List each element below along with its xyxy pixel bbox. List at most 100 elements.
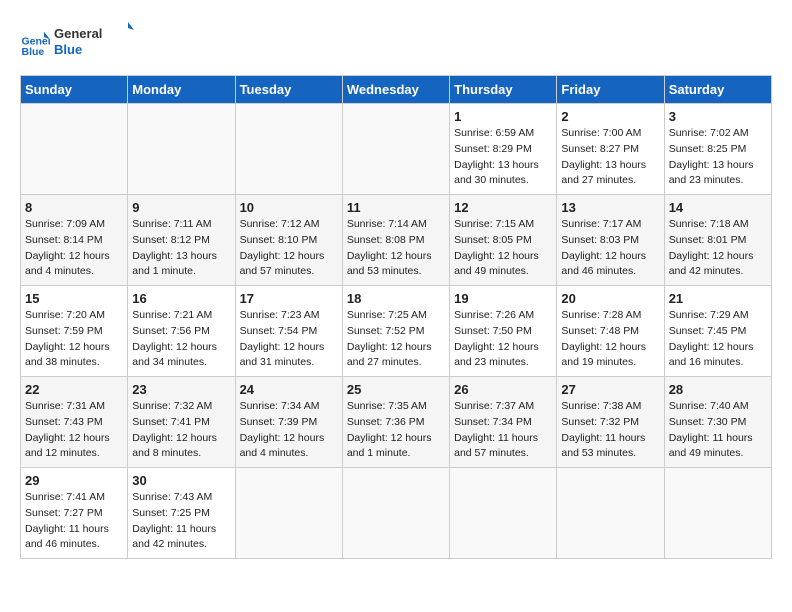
calendar-cell: 21 Sunrise: 7:29 AMSunset: 7:45 PMDayligh…: [664, 286, 771, 377]
day-info: Sunrise: 7:20 AMSunset: 7:59 PMDaylight:…: [25, 308, 123, 371]
day-number: 22: [25, 382, 123, 397]
day-info: Sunrise: 7:12 AMSunset: 8:10 PMDaylight:…: [240, 217, 338, 280]
calendar-cell: 9 Sunrise: 7:11 AMSunset: 8:12 PMDaylight…: [128, 195, 235, 286]
day-info: Sunrise: 7:15 AMSunset: 8:05 PMDaylight:…: [454, 217, 552, 280]
day-number: 18: [347, 291, 445, 306]
day-info: Sunrise: 7:31 AMSunset: 7:43 PMDaylight:…: [25, 399, 123, 462]
day-info: Sunrise: 7:21 AMSunset: 7:56 PMDaylight:…: [132, 308, 230, 371]
calendar-cell: 2 Sunrise: 7:00 AMSunset: 8:27 PMDaylight…: [557, 104, 664, 195]
calendar-cell: 22 Sunrise: 7:31 AMSunset: 7:43 PMDayligh…: [21, 377, 128, 468]
day-info: Sunrise: 7:43 AMSunset: 7:25 PMDaylight:…: [132, 490, 230, 553]
day-info: Sunrise: 7:23 AMSunset: 7:54 PMDaylight:…: [240, 308, 338, 371]
svg-text:General: General: [54, 26, 102, 41]
day-info: Sunrise: 7:38 AMSunset: 7:32 PMDaylight:…: [561, 399, 659, 462]
calendar-week-row: 1 Sunrise: 6:59 AMSunset: 8:29 PMDaylight…: [21, 104, 772, 195]
day-number: 10: [240, 200, 338, 215]
day-info: Sunrise: 7:11 AMSunset: 8:12 PMDaylight:…: [132, 217, 230, 280]
day-info: Sunrise: 7:34 AMSunset: 7:39 PMDaylight:…: [240, 399, 338, 462]
day-info: Sunrise: 7:40 AMSunset: 7:30 PMDaylight:…: [669, 399, 767, 462]
calendar-cell: 12Sunrise: 7:15 AMSunset: 8:05 PMDayligh…: [450, 195, 557, 286]
calendar-cell: [342, 104, 449, 195]
day-number: 28: [669, 382, 767, 397]
col-header-saturday: Saturday: [664, 76, 771, 104]
day-number: 24: [240, 382, 338, 397]
calendar-cell: 18 Sunrise: 7:25 AMSunset: 7:52 PMDayligh…: [342, 286, 449, 377]
calendar-cell: 24 Sunrise: 7:34 AMSunset: 7:39 PMDayligh…: [235, 377, 342, 468]
calendar-cell: 25 Sunrise: 7:35 AMSunset: 7:36 PMDayligh…: [342, 377, 449, 468]
calendar-cell: 27 Sunrise: 7:38 AMSunset: 7:32 PMDayligh…: [557, 377, 664, 468]
calendar-cell: 23 Sunrise: 7:32 AMSunset: 7:41 PMDayligh…: [128, 377, 235, 468]
day-info: Sunrise: 7:35 AMSunset: 7:36 PMDaylight:…: [347, 399, 445, 462]
logo-svg: General Blue: [54, 20, 134, 60]
day-info: Sunrise: 7:18 AMSunset: 8:01 PMDaylight:…: [669, 217, 767, 280]
day-info: Sunrise: 7:32 AMSunset: 7:41 PMDaylight:…: [132, 399, 230, 462]
svg-text:Blue: Blue: [22, 46, 45, 58]
day-number: 9: [132, 200, 230, 215]
calendar-cell: 15 Sunrise: 7:20 AMSunset: 7:59 PMDayligh…: [21, 286, 128, 377]
day-number: 17: [240, 291, 338, 306]
day-info: Sunrise: 7:25 AMSunset: 7:52 PMDaylight:…: [347, 308, 445, 371]
day-number: 29: [25, 473, 123, 488]
day-number: 23: [132, 382, 230, 397]
calendar-cell: 8Sunrise: 7:09 AMSunset: 8:14 PMDaylight…: [21, 195, 128, 286]
day-number: 16: [132, 291, 230, 306]
calendar-week-row: 8Sunrise: 7:09 AMSunset: 8:14 PMDaylight…: [21, 195, 772, 286]
calendar-table: SundayMondayTuesdayWednesdayThursdayFrid…: [20, 75, 772, 559]
calendar-cell: 17 Sunrise: 7:23 AMSunset: 7:54 PMDayligh…: [235, 286, 342, 377]
calendar-week-row: 22 Sunrise: 7:31 AMSunset: 7:43 PMDayligh…: [21, 377, 772, 468]
day-info: Sunrise: 7:02 AMSunset: 8:25 PMDaylight:…: [669, 126, 767, 189]
calendar-cell: [664, 468, 771, 559]
calendar-cell: 10 Sunrise: 7:12 AMSunset: 8:10 PMDayligh…: [235, 195, 342, 286]
day-info: Sunrise: 6:59 AMSunset: 8:29 PMDaylight:…: [454, 126, 552, 189]
day-info: Sunrise: 7:14 AMSunset: 8:08 PMDaylight:…: [347, 217, 445, 280]
day-info: Sunrise: 7:17 AMSunset: 8:03 PMDaylight:…: [561, 217, 659, 280]
day-number: 3: [669, 109, 767, 124]
day-number: 30: [132, 473, 230, 488]
day-number: 11: [347, 200, 445, 215]
day-info: Sunrise: 7:26 AMSunset: 7:50 PMDaylight:…: [454, 308, 552, 371]
day-info: Sunrise: 7:09 AMSunset: 8:14 PMDaylight:…: [25, 217, 123, 280]
calendar-cell: [450, 468, 557, 559]
day-number: 21: [669, 291, 767, 306]
logo: General Blue General Blue: [20, 20, 134, 65]
calendar-cell: 14 Sunrise: 7:18 AMSunset: 8:01 PMDayligh…: [664, 195, 771, 286]
calendar-cell: 13 Sunrise: 7:17 AMSunset: 8:03 PMDayligh…: [557, 195, 664, 286]
calendar-cell: [21, 104, 128, 195]
calendar-cell: [342, 468, 449, 559]
calendar-cell: 30 Sunrise: 7:43 AMSunset: 7:25 PMDayligh…: [128, 468, 235, 559]
col-header-monday: Monday: [128, 76, 235, 104]
calendar-cell: 29 Sunrise: 7:41 AMSunset: 7:27 PMDayligh…: [21, 468, 128, 559]
day-info: Sunrise: 7:00 AMSunset: 8:27 PMDaylight:…: [561, 126, 659, 189]
calendar-cell: 20Sunrise: 7:28 AMSunset: 7:48 PMDayligh…: [557, 286, 664, 377]
calendar-cell: [557, 468, 664, 559]
calendar-week-row: 29 Sunrise: 7:41 AMSunset: 7:27 PMDayligh…: [21, 468, 772, 559]
day-number: 1: [454, 109, 552, 124]
day-number: 26: [454, 382, 552, 397]
calendar-cell: [235, 104, 342, 195]
page-header: General Blue General Blue: [20, 20, 772, 65]
day-number: 25: [347, 382, 445, 397]
calendar-header-row: SundayMondayTuesdayWednesdayThursdayFrid…: [21, 76, 772, 104]
day-number: 2: [561, 109, 659, 124]
calendar-cell: [128, 104, 235, 195]
calendar-week-row: 15 Sunrise: 7:20 AMSunset: 7:59 PMDayligh…: [21, 286, 772, 377]
day-number: 14: [669, 200, 767, 215]
logo-icon: General Blue: [20, 28, 50, 58]
day-info: Sunrise: 7:37 AMSunset: 7:34 PMDaylight:…: [454, 399, 552, 462]
calendar-cell: 28 Sunrise: 7:40 AMSunset: 7:30 PMDayligh…: [664, 377, 771, 468]
day-number: 15: [25, 291, 123, 306]
calendar-cell: 16 Sunrise: 7:21 AMSunset: 7:56 PMDayligh…: [128, 286, 235, 377]
calendar-cell: 19 Sunrise: 7:26 AMSunset: 7:50 PMDayligh…: [450, 286, 557, 377]
day-info: Sunrise: 7:29 AMSunset: 7:45 PMDaylight:…: [669, 308, 767, 371]
day-number: 27: [561, 382, 659, 397]
calendar-body: 1 Sunrise: 6:59 AMSunset: 8:29 PMDaylight…: [21, 104, 772, 559]
day-info: Sunrise: 7:28 AMSunset: 7:48 PMDaylight:…: [561, 308, 659, 371]
col-header-thursday: Thursday: [450, 76, 557, 104]
calendar-cell: 26 Sunrise: 7:37 AMSunset: 7:34 PMDayligh…: [450, 377, 557, 468]
day-number: 13: [561, 200, 659, 215]
day-number: 19: [454, 291, 552, 306]
calendar-cell: 1 Sunrise: 6:59 AMSunset: 8:29 PMDaylight…: [450, 104, 557, 195]
svg-text:Blue: Blue: [54, 42, 82, 57]
col-header-sunday: Sunday: [21, 76, 128, 104]
day-info: Sunrise: 7:41 AMSunset: 7:27 PMDaylight:…: [25, 490, 123, 553]
